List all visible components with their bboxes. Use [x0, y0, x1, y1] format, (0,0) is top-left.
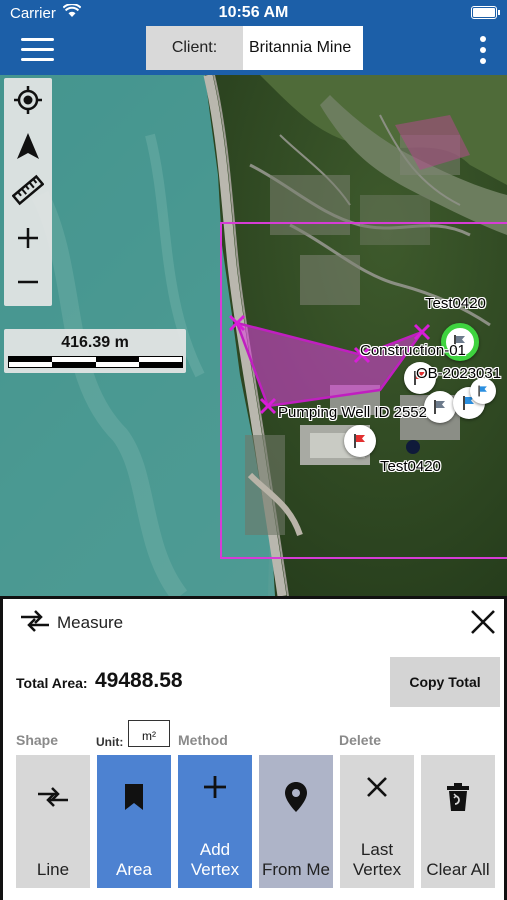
location-pin-icon: [259, 777, 333, 817]
unit-label: Unit:: [96, 735, 124, 749]
last-vertex-button-label: Last Vertex: [352, 840, 402, 879]
line-button-label: Line: [36, 860, 70, 879]
from-me-button[interactable]: From Me: [259, 755, 333, 888]
map-toolbar: [4, 78, 52, 306]
status-bar: Carrier 10:56 AM: [0, 0, 507, 26]
from-me-button-label: From Me: [262, 860, 330, 879]
north-arrow-icon[interactable]: [4, 124, 52, 168]
measure-title: Measure: [57, 613, 124, 632]
line-arrows-icon: [16, 777, 90, 817]
delete-section-label: Delete: [339, 732, 382, 748]
client-label: Client:: [146, 26, 243, 70]
measure-arrows-icon: [19, 609, 51, 638]
map-label-pumping-well: Pumping Well ID 2552: [278, 404, 427, 421]
map-label-construction: Construction-01: [360, 342, 466, 359]
method-section-label: Method: [178, 732, 228, 748]
map-label-ob: OB-2023031: [416, 365, 502, 382]
client-value[interactable]: Britannia Mine: [243, 26, 363, 70]
shape-section-label: Shape: [16, 732, 59, 748]
map-label-test0420-bottom: Test0420: [380, 458, 441, 475]
unit-selector[interactable]: m²: [128, 720, 170, 747]
battery-icon: [471, 6, 500, 19]
total-area-value: 49488.58: [95, 669, 183, 692]
measure-header: Measure: [19, 609, 124, 638]
close-icon[interactable]: [469, 608, 499, 638]
plus-icon: [178, 767, 252, 807]
zoom-out-icon[interactable]: [4, 260, 52, 304]
area-button[interactable]: Area: [97, 755, 171, 888]
bookmark-icon: [97, 777, 171, 817]
map-marker-grey[interactable]: [424, 391, 456, 423]
add-vertex-button-label: Add Vertex: [190, 840, 240, 879]
scale-graphic: [8, 356, 183, 368]
add-vertex-button[interactable]: Add Vertex: [178, 755, 252, 888]
zoom-in-icon[interactable]: [4, 216, 52, 260]
trash-icon: [421, 777, 495, 817]
ruler-icon[interactable]: [4, 168, 52, 212]
menu-icon[interactable]: [21, 38, 54, 62]
clock: 10:56 AM: [218, 4, 289, 21]
clear-all-button[interactable]: Clear All: [421, 755, 495, 888]
map-marker-pumping-well[interactable]: [344, 425, 376, 457]
scale-bar: 416.39 m: [4, 329, 186, 373]
app-header: Carrier 10:56 AM Client: Britannia Mine: [0, 0, 507, 75]
locate-icon[interactable]: [4, 78, 52, 122]
area-button-label: Area: [116, 860, 152, 879]
x-icon: [340, 767, 414, 807]
copy-total-button[interactable]: Copy Total: [390, 657, 500, 707]
scale-text: 416.39 m: [61, 334, 129, 351]
total-area-label: Total Area:: [16, 675, 88, 691]
last-vertex-button[interactable]: Last Vertex: [340, 755, 414, 888]
map-label-test0420-top: Test0420: [425, 295, 486, 312]
clear-all-button-label: Clear All: [426, 860, 490, 879]
measure-panel: Measure Total Area: 49488.58 Copy Total …: [0, 596, 507, 900]
client-selector[interactable]: Client: Britannia Mine: [146, 26, 363, 70]
line-button[interactable]: Line: [16, 755, 90, 888]
more-options-icon[interactable]: [477, 36, 489, 64]
